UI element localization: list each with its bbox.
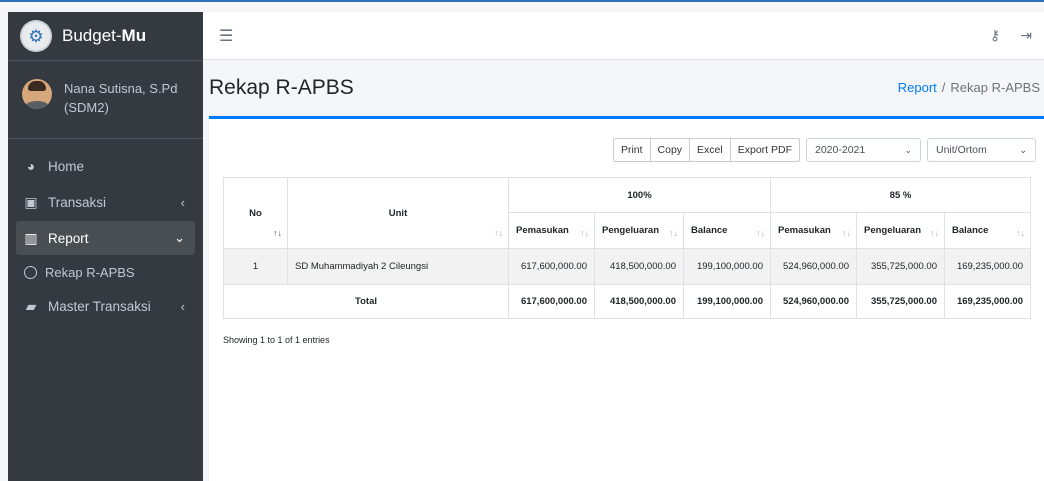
- col-header-no[interactable]: No ↑↓: [223, 177, 288, 249]
- sort-icon: ↑↓: [1016, 228, 1025, 238]
- sidebar-item-label: Master Transaksi: [48, 298, 151, 314]
- total-label: Total: [223, 284, 509, 319]
- total-value: 524,960,000.00: [770, 284, 857, 319]
- total-row: Total 617,600,000.00 418,500,000.00 199,…: [223, 284, 1031, 319]
- chevron-down-icon: ⌄: [1019, 144, 1027, 155]
- sort-icon: ↑↓: [669, 228, 678, 238]
- cell-value: 617,600,000.00: [508, 248, 595, 285]
- sidebar-item-label: Transaksi: [48, 194, 107, 210]
- folder-open-icon: ▰: [25, 297, 37, 314]
- col-header-balance[interactable]: Balance ↑↓: [683, 212, 771, 249]
- sort-icon: ↑↓: [756, 228, 765, 238]
- chevron-down-icon: ⌄: [174, 230, 185, 245]
- chart-icon: ▥: [24, 229, 38, 246]
- excel-button[interactable]: Excel: [689, 138, 731, 162]
- table-toolbar: Print Copy Excel Export PDF 2020-2021 ⌄ …: [612, 138, 1036, 162]
- content-header: Rekap R-APBS Report / Rekap R-APBS: [203, 60, 1044, 115]
- sidebar-item-transaksi[interactable]: ▣ Transaksi ‹: [16, 185, 195, 219]
- calendar-check-icon: ▣: [24, 193, 38, 210]
- sort-icon: ↑↓: [930, 228, 939, 238]
- sidebar-item-home[interactable]: ◕ Home: [16, 149, 195, 183]
- chevron-left-icon: ‹: [180, 298, 185, 314]
- app-frame: ⚙ Budget-Mu Nana Sutisna, S.Pd (SDM2) ◕ …: [0, 0, 1044, 481]
- chevron-left-icon: ‹: [180, 194, 185, 210]
- year-select-value: 2020-2021: [815, 144, 866, 156]
- unit-select-value: Unit/Ortom: [936, 144, 987, 156]
- sort-icon: ↑↓: [842, 228, 851, 238]
- cell-unit: SD Muhammadiyah 2 Cileungsi: [287, 248, 509, 285]
- cell-value: 199,100,000.00: [683, 248, 771, 285]
- brand-link[interactable]: ⚙ Budget-Mu: [8, 12, 203, 61]
- total-value: 355,725,000.00: [856, 284, 945, 319]
- hamburger-icon[interactable]: ☰: [219, 26, 970, 46]
- dashboard-icon: ◕: [26, 158, 36, 174]
- gear-logo-icon: ⚙: [22, 22, 50, 50]
- col-header-pemasukan-85[interactable]: Pemasukan ↑↓: [770, 212, 857, 249]
- col-header-unit[interactable]: Unit ↑↓: [287, 177, 509, 249]
- key-icon[interactable]: ⚷: [990, 27, 1000, 44]
- copy-button[interactable]: Copy: [649, 138, 691, 162]
- sign-out-icon[interactable]: ⇥: [1020, 27, 1032, 44]
- user-name[interactable]: Nana Sutisna, S.Pd (SDM2): [64, 79, 177, 117]
- circle-icon: [24, 265, 37, 279]
- cell-value: 524,960,000.00: [770, 248, 857, 285]
- breadcrumb-link-report[interactable]: Report: [898, 80, 937, 95]
- print-button[interactable]: Print: [612, 138, 651, 162]
- cell-value: 418,500,000.00: [594, 248, 684, 285]
- report-card: Print Copy Excel Export PDF 2020-2021 ⌄ …: [209, 116, 1044, 481]
- breadcrumb: Report / Rekap R-APBS: [898, 80, 1040, 95]
- sidebar-item-label: Home: [48, 158, 85, 174]
- sidebar-item-label: Rekap R-APBS: [45, 264, 135, 280]
- group-header-100: 100%: [508, 177, 771, 213]
- cell-no: 1: [223, 248, 288, 285]
- cell-value: 355,725,000.00: [856, 248, 945, 285]
- col-header-pengeluaran-85[interactable]: Pengeluaran ↑↓: [856, 212, 945, 249]
- sort-icon: ↑↓: [580, 228, 589, 238]
- breadcrumb-separator: /: [941, 80, 946, 95]
- page-title: Rekap R-APBS: [209, 75, 354, 99]
- total-value: 199,100,000.00: [683, 284, 771, 319]
- rekap-table: No ↑↓ Unit ↑↓ 100% 85 % Pemasukan ↑↓ Peng…: [223, 177, 1031, 319]
- sidebar: ⚙ Budget-Mu Nana Sutisna, S.Pd (SDM2) ◕ …: [8, 12, 203, 481]
- sidebar-subitem-rekap-rapbs[interactable]: Rekap R-APBS: [16, 257, 195, 287]
- sort-icon: ↑↓: [494, 228, 503, 238]
- sort-icon: ↑↓: [273, 228, 282, 238]
- total-value: 418,500,000.00: [594, 284, 684, 319]
- total-value: 169,235,000.00: [944, 284, 1031, 319]
- export-pdf-button[interactable]: Export PDF: [729, 138, 800, 162]
- top-navbar: ☰ ⚷ ⇥: [203, 12, 1044, 60]
- sidebar-item-master-transaksi[interactable]: ▰ Master Transaksi ‹: [16, 289, 195, 323]
- group-header-85: 85 %: [770, 177, 1031, 213]
- user-panel: Nana Sutisna, S.Pd (SDM2): [8, 61, 203, 139]
- sidebar-item-report[interactable]: ▥ Report ⌄: [16, 221, 195, 255]
- sidebar-nav: ◕ Home ▣ Transaksi ‹ ▥ Report ⌄ Rekap R-…: [8, 139, 203, 323]
- table-row: 1 SD Muhammadiyah 2 Cileungsi 617,600,00…: [223, 248, 1031, 285]
- total-value: 617,600,000.00: [508, 284, 595, 319]
- breadcrumb-current: Rekap R-APBS: [950, 80, 1040, 95]
- year-select[interactable]: 2020-2021 ⌄: [806, 138, 921, 162]
- chevron-down-icon: ⌄: [904, 144, 912, 155]
- table-info: Showing 1 to 1 of 1 entries: [223, 335, 330, 345]
- col-header-pengeluaran[interactable]: Pengeluaran ↑↓: [594, 212, 684, 249]
- unit-select[interactable]: Unit/Ortom ⌄: [927, 138, 1036, 162]
- col-header-balance-85[interactable]: Balance ↑↓: [944, 212, 1031, 249]
- sidebar-item-label: Report: [48, 230, 89, 246]
- brand-text: Budget-Mu: [62, 26, 147, 45]
- avatar: [22, 79, 52, 109]
- cell-value: 169,235,000.00: [944, 248, 1031, 285]
- col-header-pemasukan[interactable]: Pemasukan ↑↓: [508, 212, 595, 249]
